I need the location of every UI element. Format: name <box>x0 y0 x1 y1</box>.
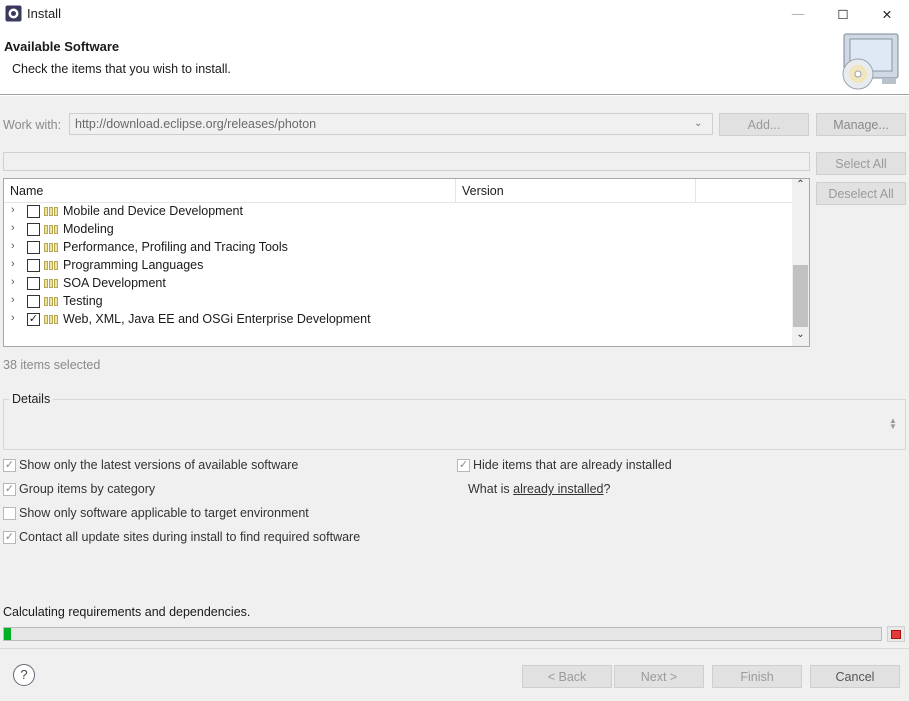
back-button[interactable]: < Back <box>522 665 612 688</box>
checkbox[interactable] <box>3 506 16 520</box>
option-latest-versions[interactable]: ✓ Show only the latest versions of avail… <box>3 457 298 473</box>
progress-bar <box>3 627 882 641</box>
select-all-button[interactable]: Select All <box>816 152 906 175</box>
already-installed-link[interactable]: already installed <box>513 482 603 496</box>
computer-cd-icon <box>842 33 899 90</box>
chevron-right-icon[interactable]: › <box>11 240 21 252</box>
tree-row[interactable]: › Programming Languages <box>4 257 792 275</box>
row-label: Web, XML, Java EE and OSGi Enterprise De… <box>63 312 371 326</box>
tree-row[interactable]: › Mobile and Device Development <box>4 203 792 221</box>
package-icon <box>44 243 58 252</box>
row-checkbox[interactable] <box>27 295 40 308</box>
help-icon[interactable]: ? <box>13 664 35 686</box>
wizard-header: Available Software Check the items that … <box>0 28 909 95</box>
what-installed-text: What is already installed? <box>468 482 610 496</box>
what-installed-prefix: What is <box>468 482 514 496</box>
chevron-down-icon[interactable]: ⌄ <box>694 118 702 129</box>
option-label: Group items by category <box>19 482 156 496</box>
title-bar: Install — ☐ ✕ <box>0 0 909 28</box>
cancel-button[interactable]: Cancel <box>810 665 900 688</box>
package-icon <box>44 279 58 288</box>
option-contact-update-sites[interactable]: ✓ Contact all update sites during instal… <box>3 529 360 545</box>
minimize-button[interactable]: — <box>775 0 821 28</box>
row-checkbox[interactable]: ✓ <box>27 313 40 326</box>
row-label: Programming Languages <box>63 258 204 272</box>
close-button[interactable]: ✕ <box>864 0 909 28</box>
add-site-button[interactable]: Add... <box>719 113 809 136</box>
tree-row[interactable]: › Modeling <box>4 221 792 239</box>
window-title: Install <box>27 6 61 21</box>
wizard-body: Work with: http://download.eclipse.org/r… <box>0 96 909 701</box>
page-subtitle: Check the items that you wish to install… <box>12 62 231 76</box>
eclipse-install-icon <box>5 5 22 22</box>
checkbox[interactable]: ✓ <box>457 458 470 472</box>
footer-separator <box>0 648 909 649</box>
tree-row[interactable]: › ✓ Web, XML, Java EE and OSGi Enterprise … <box>4 311 792 329</box>
chevron-right-icon[interactable]: › <box>11 276 21 288</box>
column-header-version[interactable]: Version <box>456 179 696 203</box>
work-with-combo[interactable]: http://download.eclipse.org/releases/pho… <box>69 113 713 135</box>
package-icon <box>44 315 58 324</box>
finish-button[interactable]: Finish <box>712 665 802 688</box>
option-label: Show only the latest versions of availab… <box>19 458 299 472</box>
vertical-scrollbar[interactable]: ⌃ ⌄ <box>792 179 809 346</box>
option-hide-installed[interactable]: ✓ Hide items that are already installed <box>457 457 672 473</box>
stop-button[interactable] <box>887 626 905 642</box>
row-label: SOA Development <box>63 276 166 290</box>
details-group <box>3 399 906 450</box>
filter-input[interactable] <box>3 152 810 171</box>
tree-row[interactable]: › Testing <box>4 293 792 311</box>
package-icon <box>44 225 58 234</box>
work-with-label: Work with: <box>3 118 62 132</box>
option-group-by-category[interactable]: ✓ Group items by category <box>3 481 155 497</box>
scroll-thumb[interactable] <box>793 265 808 327</box>
row-checkbox[interactable] <box>27 277 40 290</box>
package-icon <box>44 207 58 216</box>
row-checkbox[interactable] <box>27 259 40 272</box>
option-target-environment[interactable]: Show only software applicable to target … <box>3 505 309 521</box>
progress-fill <box>4 628 11 640</box>
maximize-button[interactable]: ☐ <box>820 0 866 28</box>
checkbox[interactable]: ✓ <box>3 482 16 496</box>
chevron-right-icon[interactable]: › <box>11 294 21 306</box>
page-title: Available Software <box>4 39 120 54</box>
option-label: Contact all update sites during install … <box>19 530 361 544</box>
status-text: Calculating requirements and dependencie… <box>3 605 251 619</box>
option-label: Show only software applicable to target … <box>19 506 309 520</box>
package-icon <box>44 261 58 270</box>
stop-icon <box>891 629 901 639</box>
details-scroll-icon[interactable]: ▲ ▼ <box>889 417 897 431</box>
checkbox[interactable]: ✓ <box>3 458 16 472</box>
row-label: Mobile and Device Development <box>63 204 243 218</box>
row-label: Testing <box>63 294 103 308</box>
option-label: Hide items that are already installed <box>473 458 672 472</box>
row-checkbox[interactable] <box>27 205 40 218</box>
deselect-all-button[interactable]: Deselect All <box>816 182 906 205</box>
package-icon <box>44 297 58 306</box>
next-button[interactable]: Next > <box>614 665 704 688</box>
column-header-extra[interactable] <box>696 179 792 203</box>
tree-header: Name Version <box>4 179 792 203</box>
chevron-right-icon[interactable]: › <box>11 258 21 270</box>
what-installed-suffix: ? <box>603 482 611 496</box>
checkbox[interactable]: ✓ <box>3 530 16 544</box>
selected-count: 38 items selected <box>3 358 101 372</box>
scroll-up-icon[interactable]: ⌃ <box>792 179 809 196</box>
row-checkbox[interactable] <box>27 223 40 236</box>
software-tree[interactable]: Name Version › Mobile and Device Developm… <box>3 178 810 347</box>
column-header-name[interactable]: Name <box>4 179 456 203</box>
chevron-right-icon[interactable]: › <box>11 222 21 234</box>
row-label: Performance, Profiling and Tracing Tools <box>63 240 288 254</box>
details-label: Details <box>9 392 54 406</box>
row-label: Modeling <box>63 222 114 236</box>
manage-sites-button[interactable]: Manage... <box>816 113 906 136</box>
tree-row[interactable]: › Performance, Profiling and Tracing Tool… <box>4 239 792 257</box>
scroll-down-icon[interactable]: ⌄ <box>792 329 809 346</box>
row-checkbox[interactable] <box>27 241 40 254</box>
chevron-right-icon[interactable]: › <box>11 312 21 324</box>
chevron-right-icon[interactable]: › <box>11 204 21 216</box>
tree-row[interactable]: › SOA Development <box>4 275 792 293</box>
